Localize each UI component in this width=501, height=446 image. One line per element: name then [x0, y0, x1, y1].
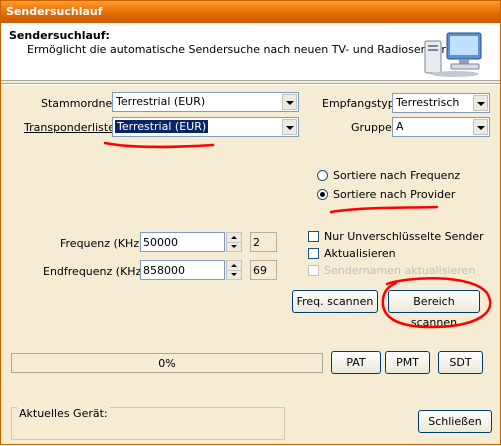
nur-unverschluesselt-checkbox[interactable] — [308, 231, 319, 242]
device-label: Aktuelles Gerät: — [17, 407, 110, 420]
transponderliste-select[interactable]: Terrestrial (EUR) — [112, 117, 299, 137]
gruppe-select[interactable]: A — [392, 117, 490, 137]
chevron-down-icon[interactable] — [473, 119, 488, 135]
empfangstyp-label: Empfangstyp — [322, 97, 395, 110]
progress-percent: 0% — [158, 357, 176, 370]
sendernamen-checkbox — [308, 265, 319, 276]
scan-progress-bar: 0% — [11, 353, 323, 373]
computer-network-icon — [424, 32, 482, 77]
gruppe-value: A — [396, 120, 404, 133]
title-bar[interactable]: Sendersuchlauf — [1, 1, 500, 23]
freq-scan-button[interactable]: Freq. scannen — [292, 290, 378, 313]
endfrequenz-input[interactable]: 858000 — [140, 260, 225, 280]
endfrequenz-step-value: 69 — [253, 264, 267, 277]
endfrequenz-value: 858000 — [143, 264, 185, 277]
frequenz-label: Frequenz (KHz) — [60, 237, 144, 250]
bereich-scan-button[interactable]: Bereich scannen — [388, 290, 480, 329]
sort-frequenz-label[interactable]: Sortiere nach Frequenz — [333, 169, 460, 182]
stammordner-value: Terrestrial (EUR) — [116, 95, 206, 108]
header-description: Ermöglicht die automatische Sendersuche … — [27, 43, 457, 56]
sort-provider-label[interactable]: Sortiere nach Provider — [333, 188, 455, 201]
sort-frequenz-radio[interactable] — [317, 170, 328, 181]
stammordner-label: Stammordner — [41, 97, 117, 110]
window-title: Sendersuchlauf — [6, 5, 103, 18]
chevron-down-icon[interactable] — [473, 95, 488, 111]
gruppe-label: Gruppe — [351, 121, 392, 134]
pmt-button[interactable]: PMT — [385, 351, 430, 374]
chevron-down-icon[interactable] — [282, 94, 297, 110]
empfangstyp-value: Terrestrisch — [396, 96, 460, 109]
frequenz-value: 50000 — [143, 236, 178, 249]
empfangstyp-select[interactable]: Terrestrisch — [392, 93, 490, 113]
endfrequenz-label: Endfrequenz (KHz) — [43, 265, 146, 278]
aktualisieren-checkbox[interactable] — [308, 248, 319, 259]
sdt-button[interactable]: SDT — [438, 351, 483, 374]
frequenz-input[interactable]: 50000 — [140, 232, 225, 252]
transponderliste-label: Transponderliste — [24, 121, 115, 134]
endfrequenz-spinner[interactable] — [226, 260, 242, 280]
transponderliste-value: Terrestrial (EUR) — [115, 120, 209, 133]
header-panel: Sendersuchlauf: Ermöglicht die automatis… — [1, 23, 500, 81]
pat-button[interactable]: PAT — [331, 351, 381, 374]
chevron-down-icon[interactable] — [282, 119, 297, 135]
sort-provider-radio[interactable] — [317, 189, 328, 200]
close-button[interactable]: Schließen — [418, 410, 492, 433]
header-separator — [1, 83, 500, 85]
frequenz-step-value: 2 — [253, 236, 260, 249]
aktualisieren-label[interactable]: Aktualisieren — [324, 247, 396, 260]
frequenz-spinner[interactable] — [226, 232, 242, 252]
transponderliste-label-text: Transponderliste — [24, 121, 115, 134]
sendernamen-label: Sendernamen aktualisieren — [324, 264, 476, 277]
header-title: Sendersuchlauf: — [9, 29, 110, 42]
dialog-window: Sendersuchlauf Sendersuchlauf: Ermöglich… — [0, 0, 501, 445]
nur-unverschluesselt-label[interactable]: Nur Unverschlüsselte Sender — [324, 230, 484, 243]
frequenz-step-field: 2 — [250, 232, 277, 252]
stammordner-select[interactable]: Terrestrial (EUR) — [112, 92, 299, 112]
endfrequenz-step-field: 69 — [250, 260, 277, 280]
